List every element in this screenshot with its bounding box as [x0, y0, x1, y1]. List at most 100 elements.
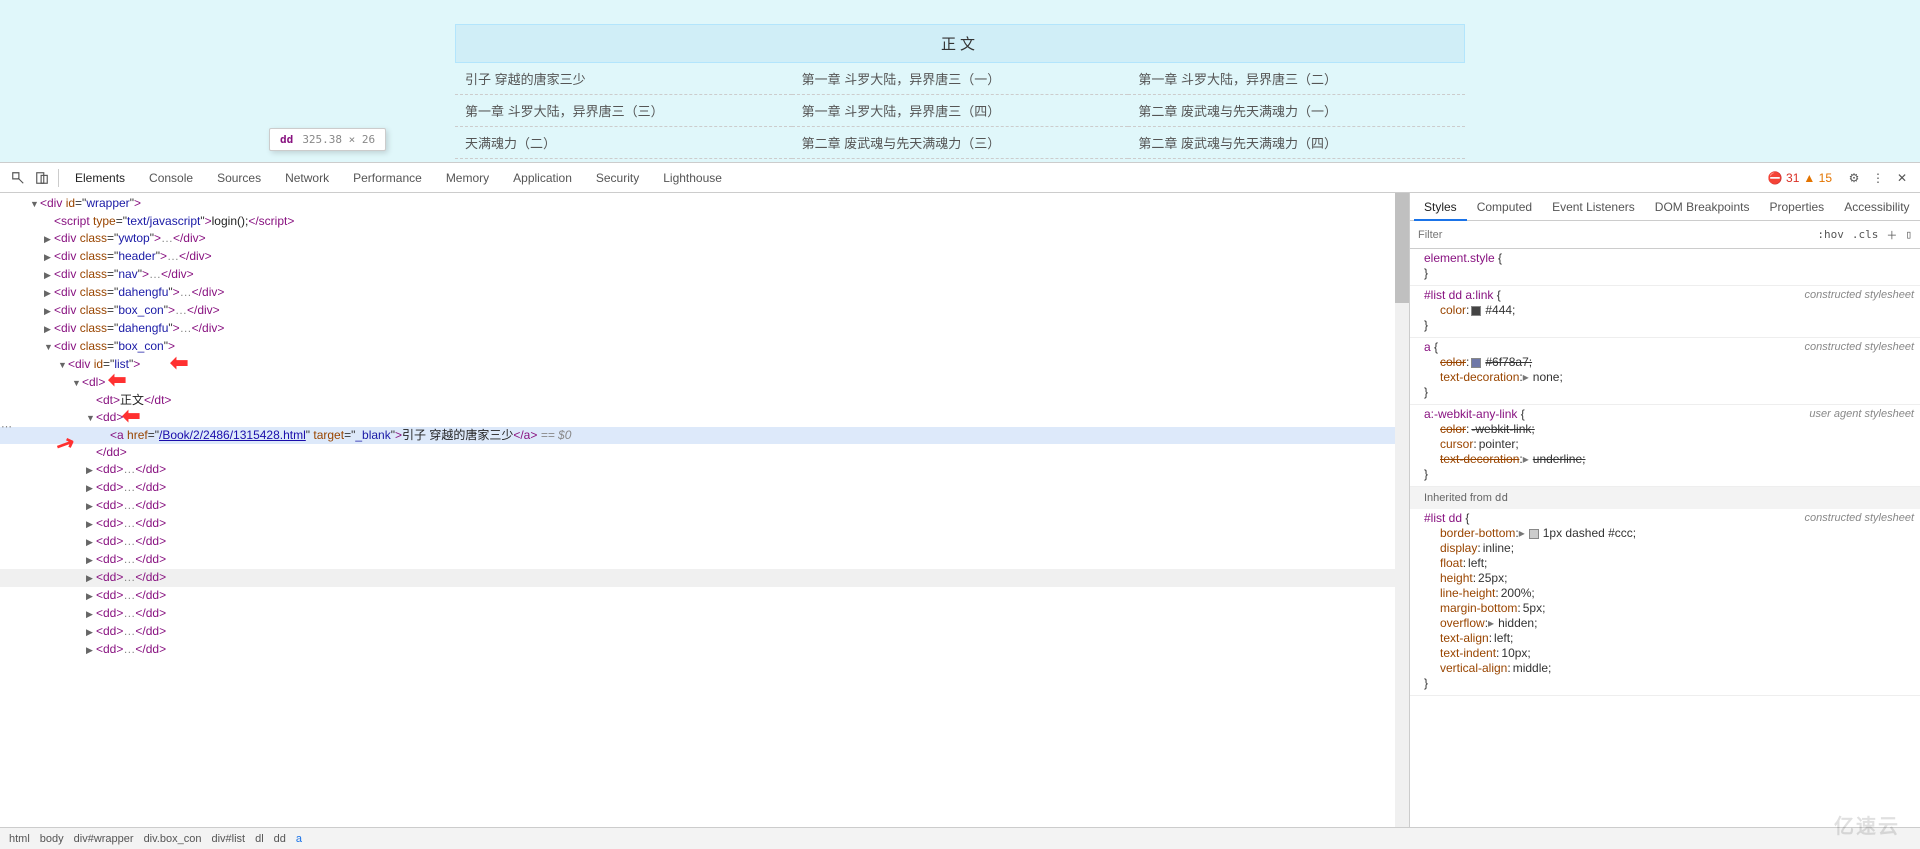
breadcrumb-item[interactable]: dd	[269, 833, 291, 845]
chapter-cell[interactable]: 第二章 废武魂与先天满魂力（四）	[1128, 127, 1465, 159]
style-property[interactable]: cursor:pointer;	[1424, 437, 1906, 452]
breadcrumb-item[interactable]: dl	[250, 833, 269, 845]
breadcrumb-item[interactable]: div#wrapper	[69, 833, 139, 845]
style-property[interactable]: display:inline;	[1424, 541, 1906, 556]
dom-tree[interactable]: <div id="wrapper"><script type="text/jav…	[0, 193, 1409, 659]
dom-node[interactable]: </dd>	[0, 444, 1409, 461]
expand-icon[interactable]	[44, 266, 54, 284]
dom-node[interactable]: <dd>…</dd>	[0, 479, 1409, 497]
style-property[interactable]: text-align:left;	[1424, 631, 1906, 646]
dom-node[interactable]: <script type="text/javascript">login();<…	[0, 213, 1409, 230]
expand-icon[interactable]	[86, 497, 96, 515]
error-badge[interactable]: ⛔ 31	[1768, 171, 1800, 185]
dom-node[interactable]: <dl>	[0, 374, 1409, 392]
dom-node[interactable]: <dt>正文</dt>	[0, 392, 1409, 409]
style-property[interactable]: color:#444;	[1424, 303, 1906, 318]
style-property[interactable]: color:#6f78a7;	[1424, 355, 1906, 370]
devtools-tab-elements[interactable]: Elements	[63, 163, 137, 193]
dom-node[interactable]: <div class="box_con">	[0, 338, 1409, 356]
gutter-dots-icon[interactable]: ⋯	[1, 420, 12, 433]
dom-node[interactable]: <dd>…</dd>	[0, 497, 1409, 515]
style-property[interactable]: overflow:▸hidden;	[1424, 616, 1906, 631]
expand-icon[interactable]	[86, 551, 96, 569]
close-icon[interactable]: ✕	[1890, 166, 1914, 190]
dom-node[interactable]: <dd>…</dd>	[0, 461, 1409, 479]
chapter-cell[interactable]: 第一章 斗罗大陆，异界唐三（四）	[792, 95, 1129, 127]
dom-node[interactable]: <div class="dahengfu">…</div>	[0, 320, 1409, 338]
breadcrumb-item[interactable]: div#list	[206, 833, 250, 845]
right-tab-event-listeners[interactable]: Event Listeners	[1542, 193, 1645, 221]
dom-node[interactable]: <dd>…</dd>	[0, 587, 1409, 605]
more-icon[interactable]: ⋮	[1866, 166, 1890, 190]
devtools-tab-application[interactable]: Application	[501, 163, 584, 193]
expand-icon[interactable]	[86, 569, 96, 587]
dom-node[interactable]: <dd>	[0, 409, 1409, 427]
dom-node[interactable]: <div class="box_con">…</div>	[0, 302, 1409, 320]
dom-node[interactable]: <dd>…</dd>	[0, 551, 1409, 569]
expand-icon[interactable]	[44, 302, 54, 320]
style-property[interactable]: float:left;	[1424, 556, 1906, 571]
devtools-tab-performance[interactable]: Performance	[341, 163, 434, 193]
settings-icon[interactable]: ⚙	[1842, 166, 1866, 190]
device-toggle-icon[interactable]	[30, 166, 54, 190]
dom-node[interactable]: <div id="wrapper">	[0, 195, 1409, 213]
style-rule[interactable]: constructed stylesheet#list dd {border-b…	[1410, 509, 1920, 696]
cls-toggle[interactable]: .cls	[1848, 226, 1883, 243]
expand-icon[interactable]	[86, 623, 96, 641]
style-property[interactable]: text-indent:10px;	[1424, 646, 1906, 661]
breadcrumb-item[interactable]: body	[35, 833, 69, 845]
expand-icon[interactable]	[86, 641, 96, 659]
chapter-cell[interactable]: 天满魂力（二）	[455, 127, 792, 159]
add-style-icon[interactable]: ＋	[1882, 225, 1901, 245]
chapter-cell[interactable]: 引子 穿越的唐家三少	[455, 63, 792, 95]
right-tab-accessibility[interactable]: Accessibility	[1834, 193, 1919, 221]
dom-node[interactable]: <div class="header">…</div>	[0, 248, 1409, 266]
hov-toggle[interactable]: :hov	[1813, 226, 1848, 243]
style-rule[interactable]: constructed stylesheeta {color:#6f78a7;t…	[1410, 338, 1920, 405]
devtools-tab-console[interactable]: Console	[137, 163, 205, 193]
box-model-icon[interactable]: ▯	[1901, 226, 1916, 243]
expand-icon[interactable]	[30, 195, 40, 213]
dom-node[interactable]: <dd>…</dd>	[0, 569, 1409, 587]
right-tab-properties[interactable]: Properties	[1759, 193, 1834, 221]
styles-list[interactable]: element.style {}constructed stylesheet#l…	[1410, 249, 1920, 827]
chapter-cell[interactable]: 第一章 斗罗大陆，异界唐三（三）	[455, 95, 792, 127]
expand-icon[interactable]	[44, 230, 54, 248]
expand-icon[interactable]	[86, 409, 96, 427]
breadcrumb-item[interactable]: a	[291, 833, 307, 845]
right-tab-styles[interactable]: Styles	[1414, 193, 1467, 221]
inspect-icon[interactable]	[6, 166, 30, 190]
style-rule[interactable]: element.style {}	[1410, 249, 1920, 286]
chapter-cell[interactable]: 第二章 废武魂与先天满魂力（三）	[792, 127, 1129, 159]
style-property[interactable]: line-height:200%;	[1424, 586, 1906, 601]
dom-node[interactable]: <dd>…</dd>	[0, 641, 1409, 659]
dom-node[interactable]: <div class="ywtop">…</div>	[0, 230, 1409, 248]
style-property[interactable]: color:-webkit-link;	[1424, 422, 1906, 437]
devtools-tab-memory[interactable]: Memory	[434, 163, 501, 193]
devtools-tab-lighthouse[interactable]: Lighthouse	[651, 163, 734, 193]
dom-node[interactable]: <div class="nav">…</div>	[0, 266, 1409, 284]
chapter-cell[interactable]: 第一章 斗罗大陆，异界唐三（二）	[1128, 63, 1465, 95]
scrollbar[interactable]	[1395, 193, 1409, 827]
expand-icon[interactable]	[44, 320, 54, 338]
expand-icon[interactable]	[44, 284, 54, 302]
devtools-tab-security[interactable]: Security	[584, 163, 651, 193]
expand-icon[interactable]	[86, 587, 96, 605]
warning-badge[interactable]: ▲ 15	[1803, 171, 1832, 185]
breadcrumb[interactable]: htmlbodydiv#wrapperdiv.box_condiv#listdl…	[0, 827, 1920, 849]
dom-node[interactable]: <dd>…</dd>	[0, 623, 1409, 641]
breadcrumb-item[interactable]: html	[4, 833, 35, 845]
breadcrumb-item[interactable]: div.box_con	[139, 833, 207, 845]
chapter-cell[interactable]: 第二章 废武魂与先天满魂力（一）	[1128, 95, 1465, 127]
dom-node[interactable]: <dd>…</dd>	[0, 533, 1409, 551]
expand-icon[interactable]	[86, 533, 96, 551]
style-property[interactable]: height:25px;	[1424, 571, 1906, 586]
expand-icon[interactable]	[86, 461, 96, 479]
scrollbar-thumb[interactable]	[1395, 193, 1409, 303]
expand-icon[interactable]	[58, 356, 68, 374]
right-tab-computed[interactable]: Computed	[1467, 193, 1542, 221]
expand-icon[interactable]	[44, 338, 54, 356]
dom-node[interactable]: <div class="dahengfu">…</div>	[0, 284, 1409, 302]
style-rule[interactable]: constructed stylesheet#list dd a:link {c…	[1410, 286, 1920, 338]
expand-icon[interactable]	[44, 248, 54, 266]
